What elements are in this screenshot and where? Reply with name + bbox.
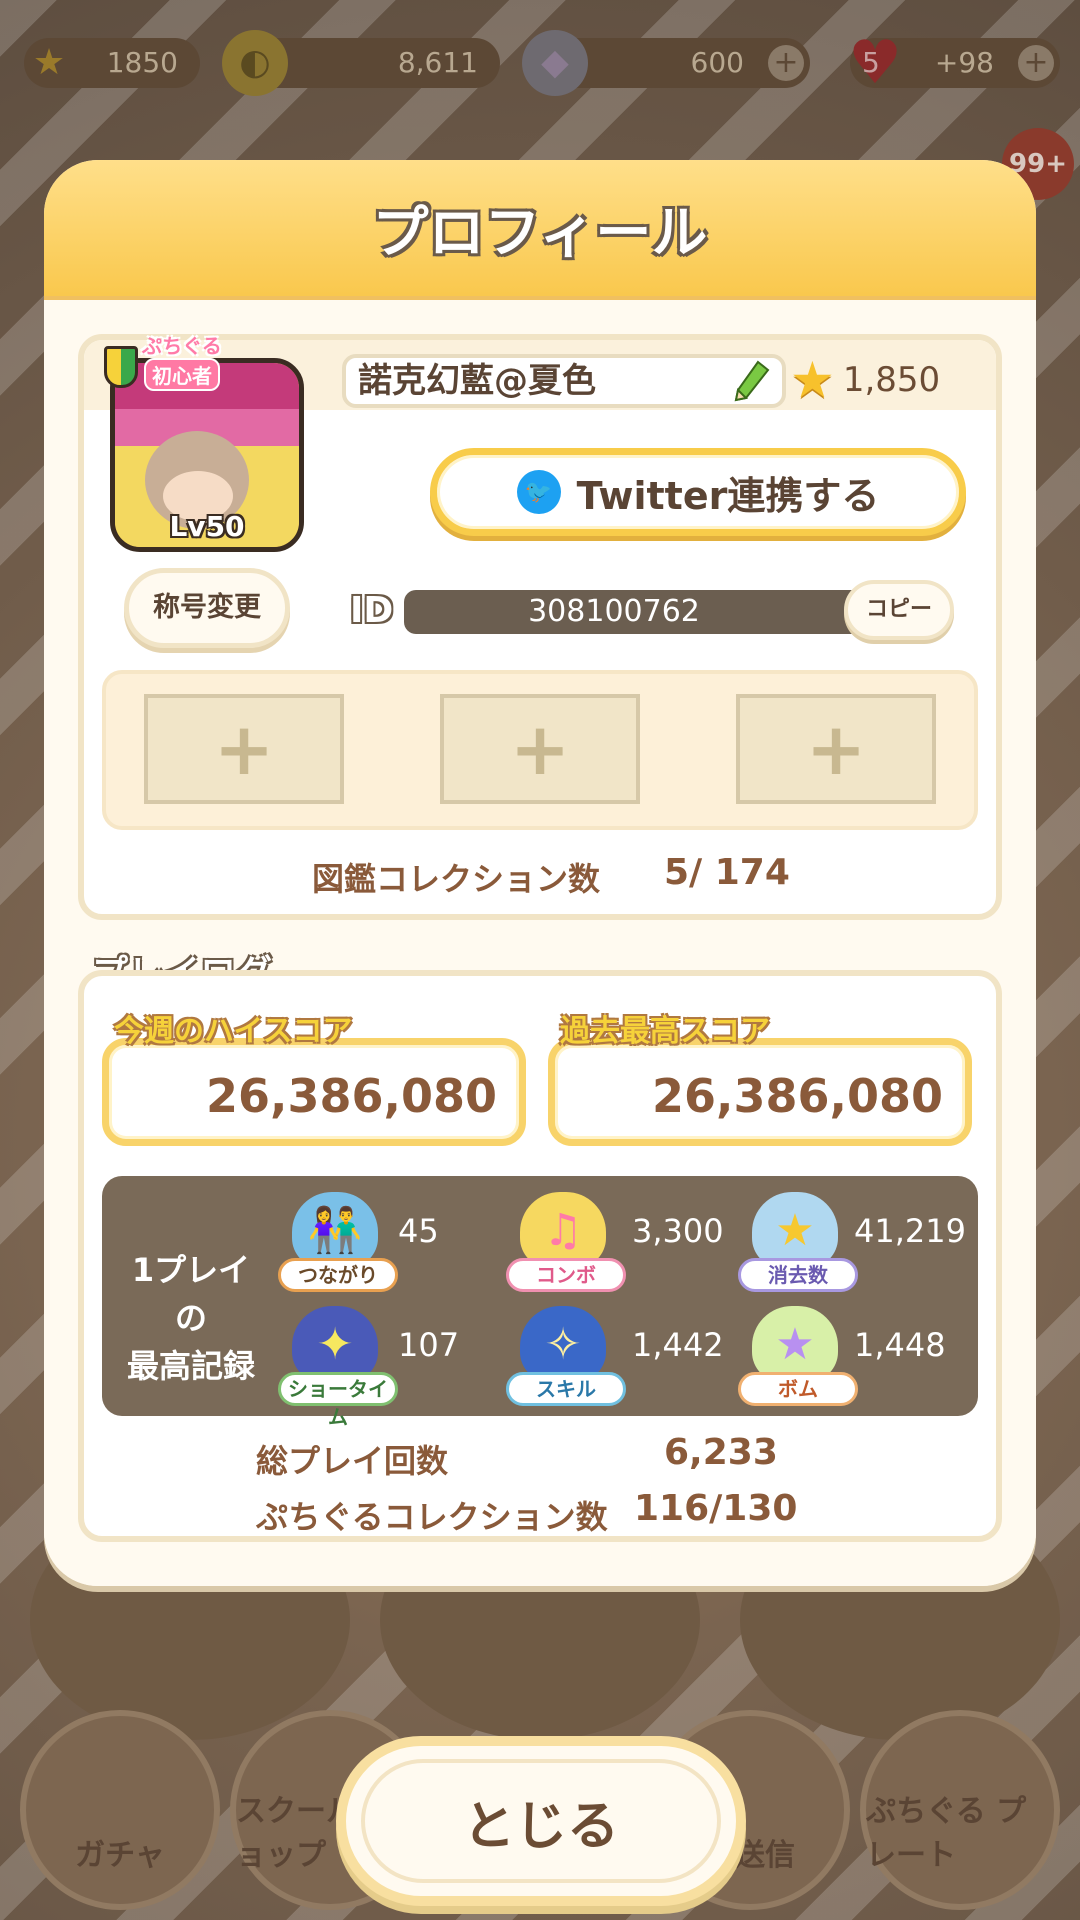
twitter-bird-icon: 🐦 [516,470,561,514]
stars-icon: ★ [752,1192,838,1268]
beginner-leaf-icon [104,346,138,388]
best-records-title-line2: 最高記録 [126,1347,255,1385]
record-showtime-value: 107 [398,1326,460,1364]
puchiguru-collection-label: ぷちぐるコレクション数 [256,1498,608,1536]
close-button[interactable]: とじる [336,1736,746,1906]
record-chain-value: 45 [398,1212,439,1250]
weekly-high-score-box: 26,386,080 [102,1038,526,1146]
profile-panel: Lv50 ぷちぐる 初心者 諾克幻藍@夏色 ★ 1,850 🐦 Twitter連… [78,334,1002,920]
star-icon: ★ [32,42,66,83]
coin-icon: ◐ [222,30,288,96]
star-bomb-icon: ★ [752,1306,838,1382]
twitter-link-label: Twitter連携する [576,473,880,518]
close-button-label: とじる [361,1759,721,1883]
gem-resource[interactable]: ◆ 600 + [522,30,810,96]
add-plus-icon: + [213,707,275,791]
badge-slot-3[interactable]: + [736,694,936,804]
record-bomb: ★ ボム 1,448 [738,1298,1018,1408]
record-chain-label: つながり [278,1258,398,1292]
heart-timer: +98 [934,46,994,79]
best-score-value: 26,386,080 [651,1069,943,1123]
beginner-badge-top: ぷちぐる [142,334,222,358]
badge-slots: + + + [102,670,978,830]
music-note-icon: ♫ [520,1192,606,1268]
sparkle-icon: ✧ [520,1306,606,1382]
beginner-badge-bottom: 初心者 [144,358,220,391]
best-records-title-line1: 1プレイの [131,1251,251,1337]
star-resource: ★ 1850 [24,38,200,88]
collection-row: 図鑑コレクション数 5/ 174 [84,850,996,900]
modal-body: Lv50 ぷちぐる 初心者 諾克幻藍@夏色 ★ 1,850 🐦 Twitter連… [44,304,1036,1586]
modal-header: プロフィール [44,160,1036,300]
record-bomb-label: ボム [738,1372,858,1406]
add-plus-icon: + [509,707,571,791]
couple-icon: 👫 [292,1192,378,1268]
player-id: 308100762 [404,590,884,634]
nav-puchiguru-plate[interactable]: ぷちぐる プレート [860,1710,1060,1910]
coin-value: 8,611 [397,46,478,79]
weekly-high-score-value: 26,386,080 [205,1069,497,1123]
player-level: Lv50 [169,510,245,543]
record-combo-label: コンボ [506,1258,626,1292]
add-hearts-plus-icon[interactable]: + [1018,45,1054,81]
record-skill-label: スキル [506,1372,626,1406]
puchiguru-collection-row: ぷちぐるコレクション数 116/130 [84,1488,996,1538]
profile-modal: プロフィール Lv50 ぷちぐる 初心者 諾克幻藍@夏色 ★ 1,850 🐦 T… [44,160,1036,1586]
badge-slot-1[interactable]: + [144,694,344,804]
star-resource-value: 1850 [106,46,178,79]
heart-resource[interactable]: ♥ 5 +98 + [848,33,1060,93]
record-clear-value: 41,219 [854,1212,966,1250]
best-records-box: 1プレイの 最高記録 👫 つながり 45 ♫ コンボ 3,300 ★ 消去数 4… [102,1176,978,1429]
star-icon: ★ [790,351,835,409]
best-score-box: 26,386,080 [548,1038,972,1146]
total-plays-row: 総プレイ回数 6,233 [84,1432,996,1482]
beginner-badge: ぷちぐる 初心者 [104,328,244,398]
collection-value: 5/ 174 [664,852,790,893]
modal-title: プロフィール [372,200,708,266]
best-score-label: 過去最高スコア [560,1014,770,1049]
record-skill-value: 1,442 [632,1326,724,1364]
collection-label: 図鑑コレクション数 [312,860,601,898]
badge-slot-2[interactable]: + [440,694,640,804]
id-label: ID [350,590,394,631]
nav-gacha[interactable]: ガチャ [20,1710,220,1910]
record-bomb-value: 1,448 [854,1326,946,1364]
copy-id-button[interactable]: コピー [844,580,954,640]
spotlight-icon: ✦ [292,1306,378,1382]
heart-count: 5 [862,46,880,79]
twitter-link-button[interactable]: 🐦 Twitter連携する [430,448,966,536]
total-plays-label: 総プレイ回数 [256,1442,449,1480]
add-gems-plus-icon[interactable]: + [768,45,804,81]
record-combo-value: 3,300 [632,1212,724,1250]
gem-value: 600 [690,46,744,79]
weekly-high-score-label: 今週のハイスコア [114,1014,353,1049]
gem-icon: ◆ [522,30,588,96]
best-records-title: 1プレイの 最高記録 [116,1246,266,1390]
pencil-icon[interactable] [732,360,772,404]
player-name: 諾克幻藍@夏色 [358,361,596,401]
record-clear-label: 消去数 [738,1258,858,1292]
coin-resource: ◐ 8,611 [222,30,500,96]
total-plays-value: 6,233 [664,1432,778,1473]
star-total-value: 1,850 [842,360,941,400]
add-plus-icon: + [805,707,867,791]
title-change-button[interactable]: 称号変更 [124,568,290,648]
star-total: ★ 1,850 [790,350,990,410]
record-showtime-label: ショータイム [278,1372,398,1429]
puchiguru-collection-value: 116/130 [634,1488,798,1529]
player-name-field[interactable]: 諾克幻藍@夏色 [342,354,786,408]
record-clear: ★ 消去数 41,219 [738,1184,1018,1294]
resource-bar: ★ 1850 ◐ 8,611 ◆ 600 + ♥ 5 +98 + [0,30,1080,100]
playlog-panel: 26,386,080 今週のハイスコア 26,386,080 過去最高スコア 1… [78,970,1002,1542]
